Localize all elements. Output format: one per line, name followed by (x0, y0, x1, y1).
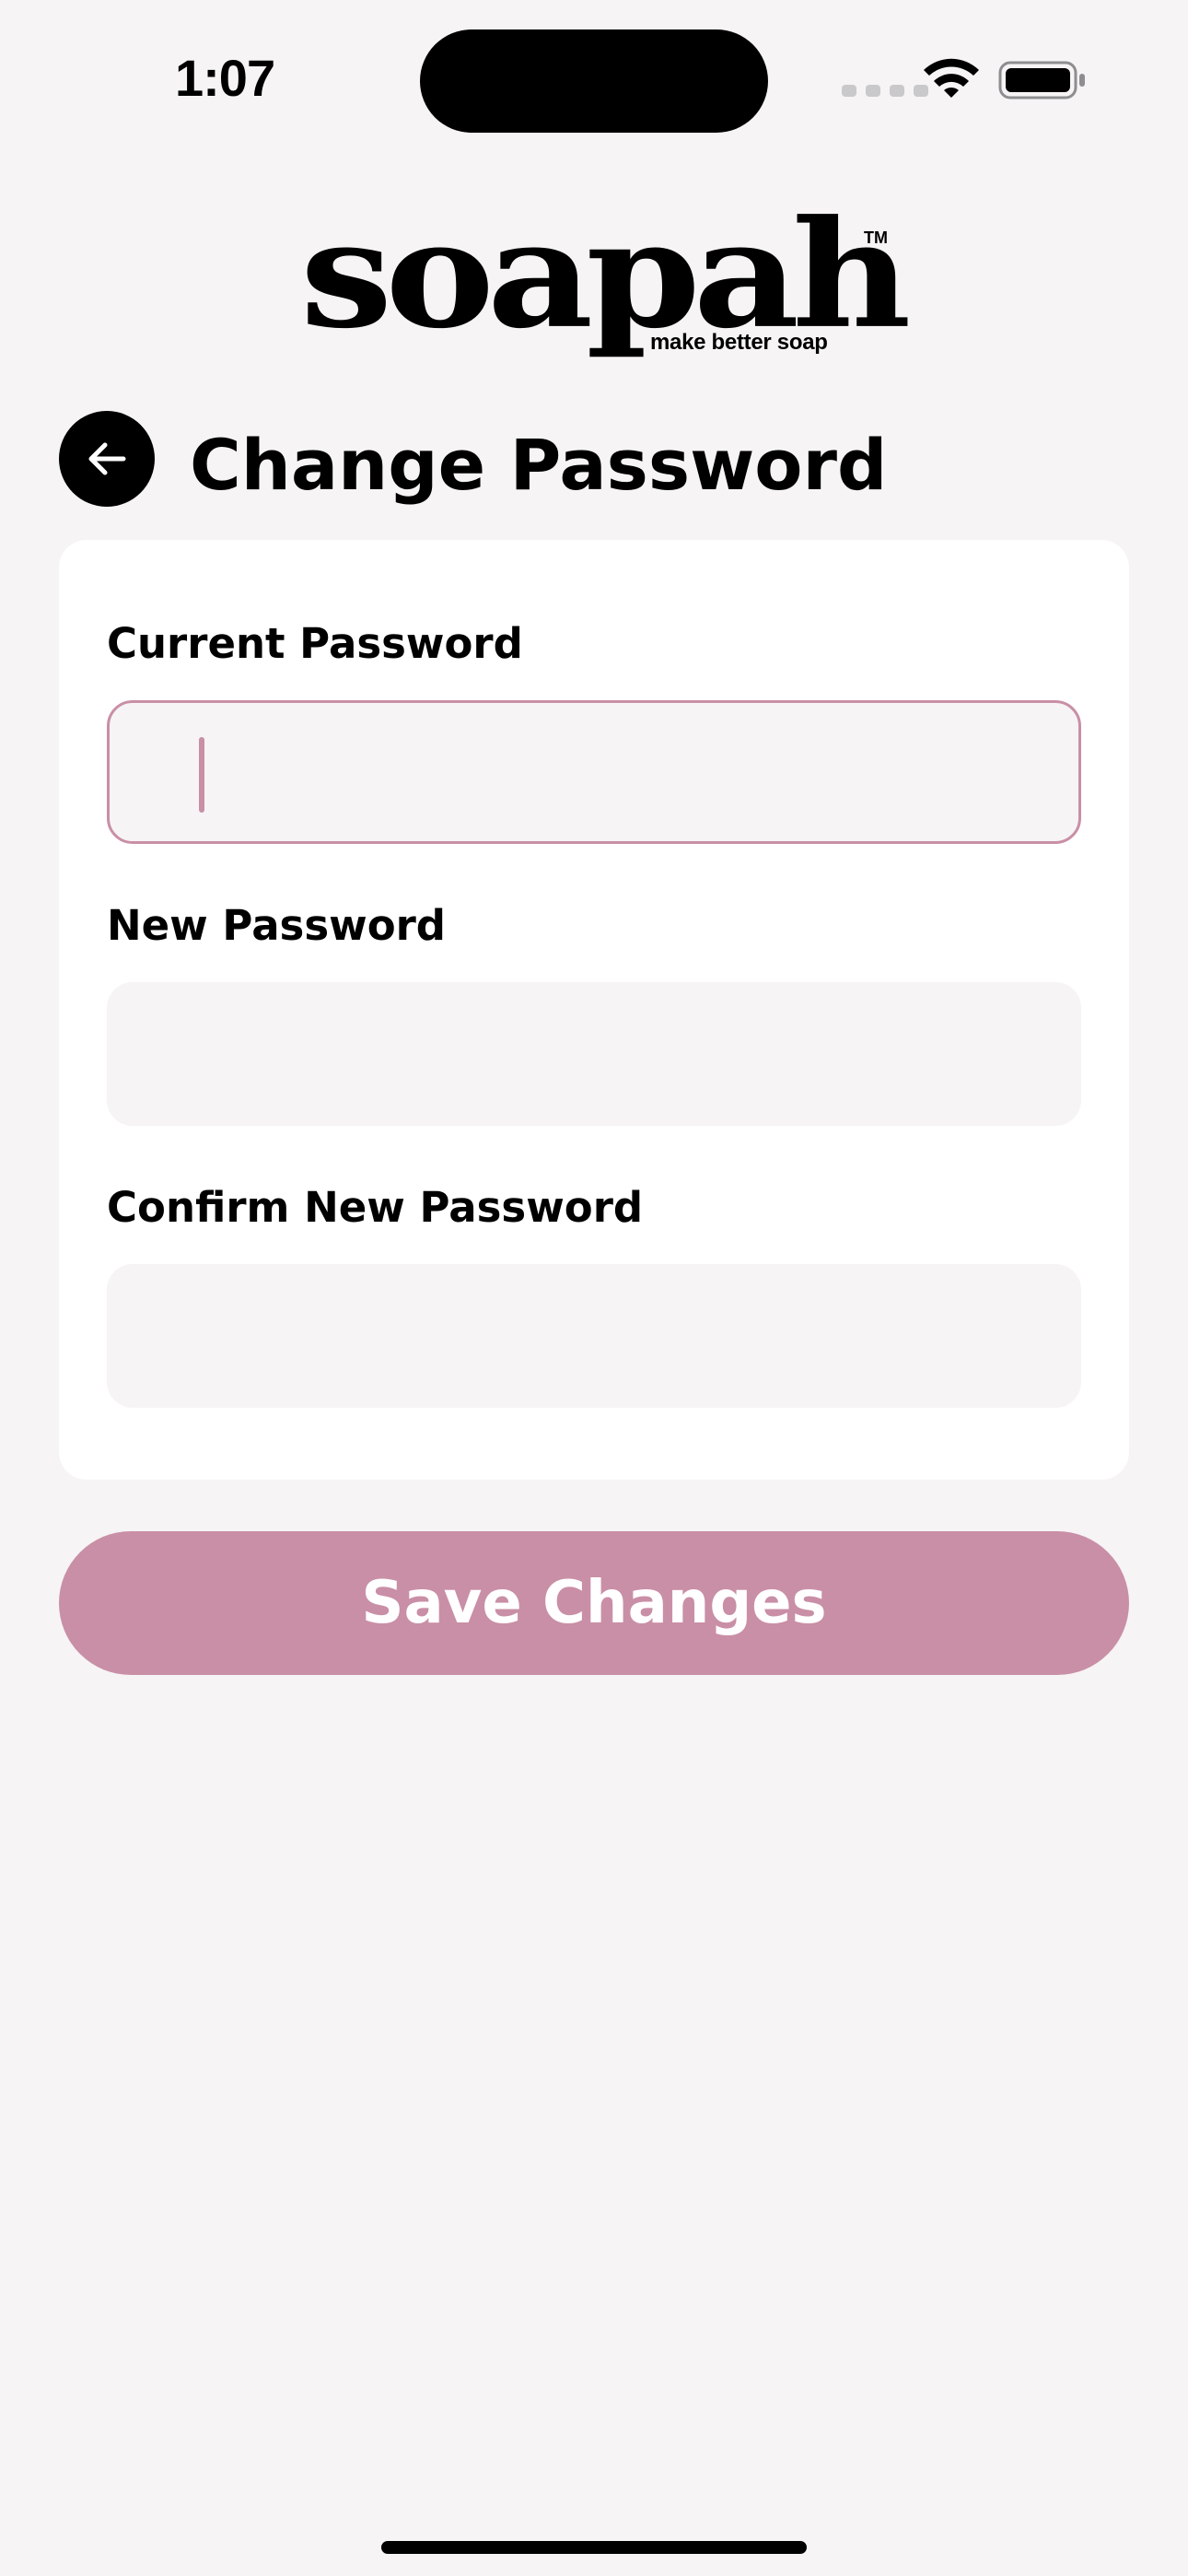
logo-tagline: make better soap (650, 330, 828, 355)
dynamic-island (420, 29, 768, 133)
current-password-input[interactable] (107, 700, 1081, 844)
wifi-icon (924, 58, 979, 98)
arrow-left-icon (88, 442, 126, 475)
new-password-input[interactable] (107, 982, 1081, 1126)
current-password-label: Current Password (107, 619, 523, 668)
home-indicator[interactable] (381, 2541, 807, 2554)
confirm-password-input[interactable] (107, 1264, 1081, 1408)
page-title: Change Password (190, 424, 888, 506)
password-form-card: Current Password New Password Confirm Ne… (59, 540, 1129, 1480)
cell-signal-icon (842, 85, 928, 97)
status-time: 1:07 (175, 49, 275, 107)
confirm-password-label: Confirm New Password (107, 1183, 644, 1232)
new-password-label: New Password (107, 901, 447, 950)
logo-wordmark: soapah (300, 187, 911, 361)
text-cursor (199, 737, 204, 813)
back-button[interactable] (59, 411, 155, 507)
save-changes-button[interactable]: Save Changes (59, 1531, 1129, 1675)
battery-icon (998, 61, 1085, 100)
logo-trademark: TM (864, 228, 888, 247)
brand-logo: soapah TM make better soap (300, 201, 911, 363)
